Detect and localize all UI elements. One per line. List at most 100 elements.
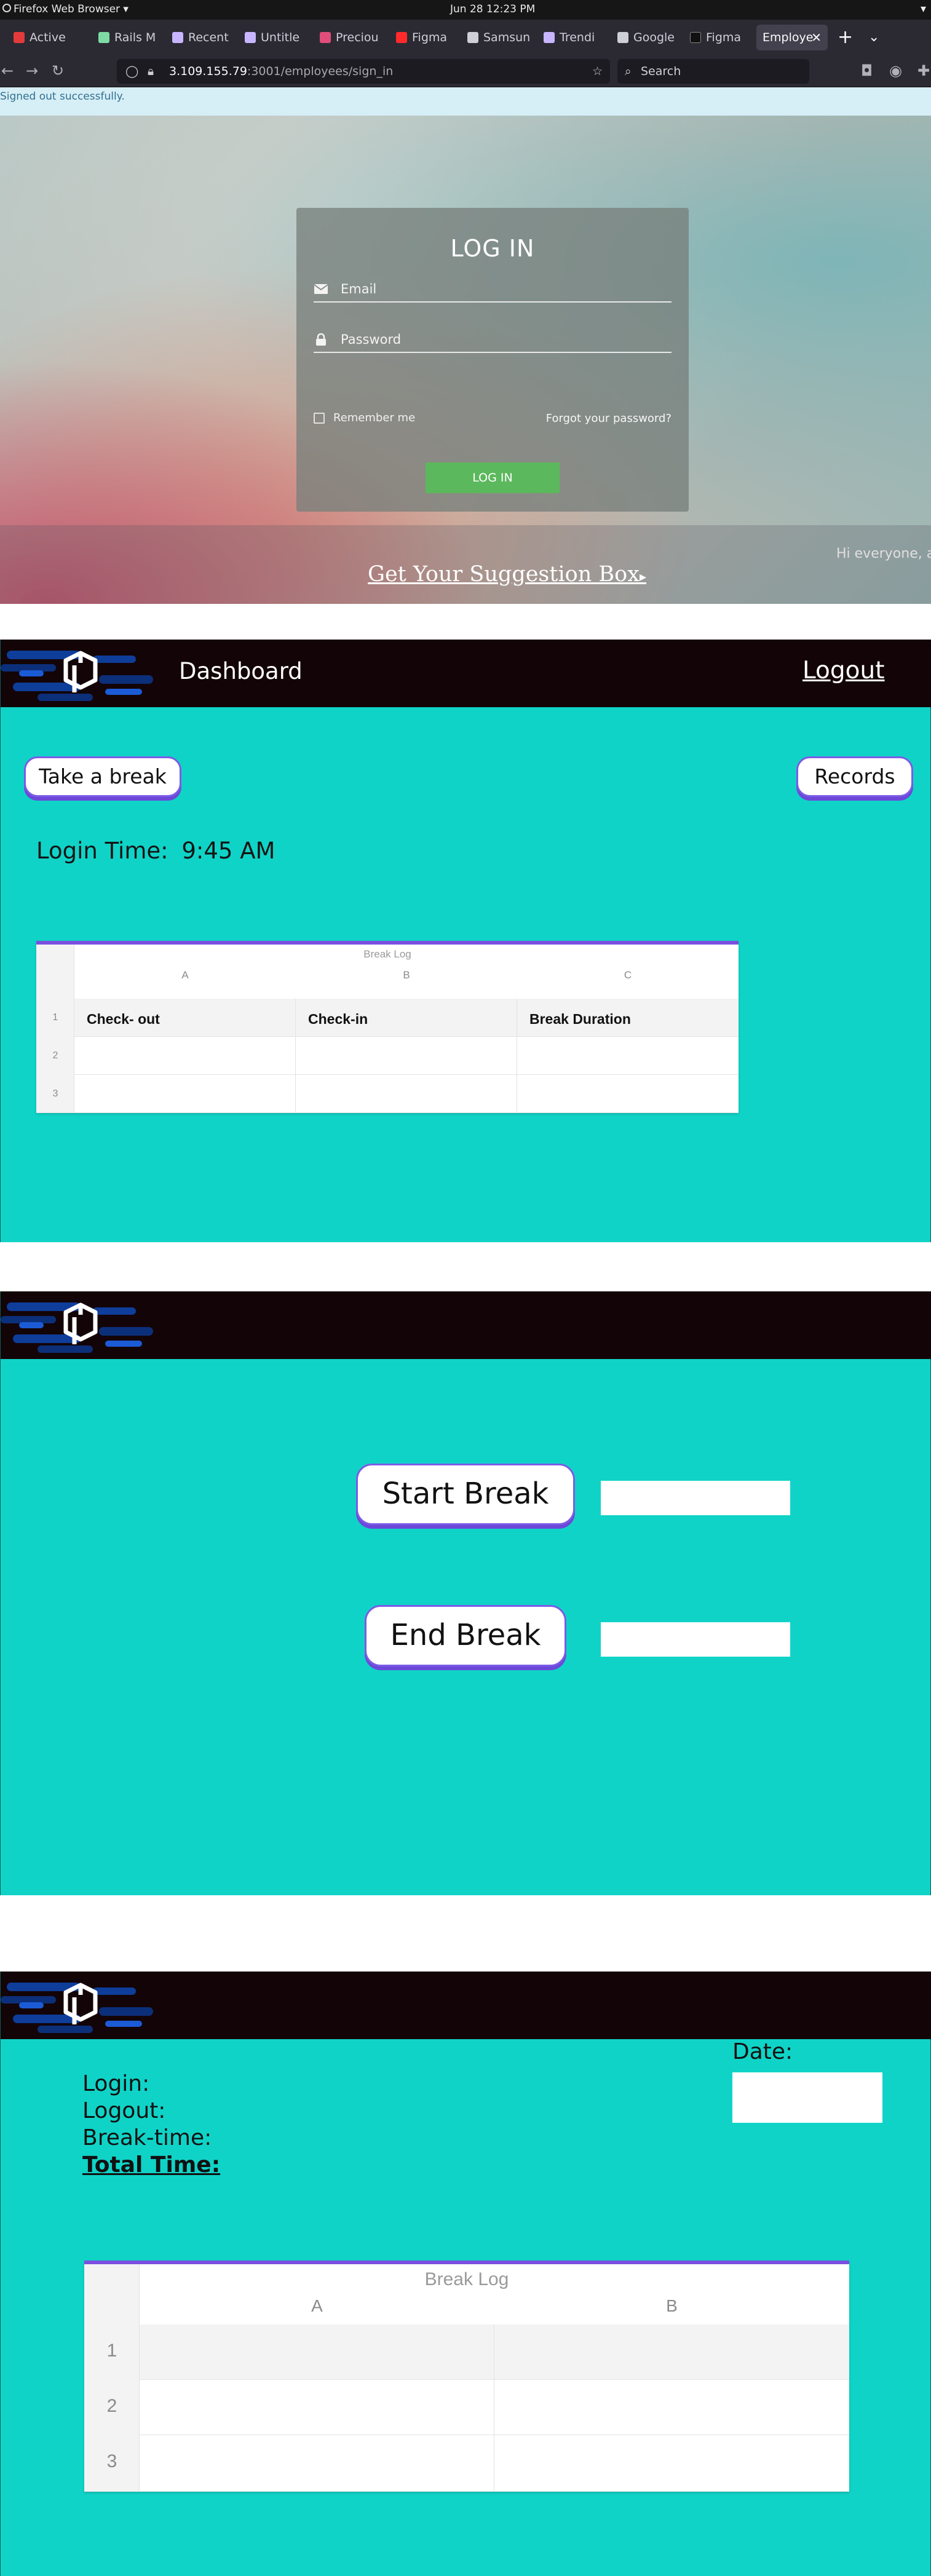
app-menu[interactable]: Firefox Web Browser ▾ xyxy=(14,3,129,15)
tab-recent[interactable]: Recent xyxy=(166,25,236,50)
records-button[interactable]: Records xyxy=(796,756,913,797)
tab-trending[interactable]: Trendi xyxy=(537,25,610,50)
table-cell[interactable] xyxy=(494,2435,849,2492)
checkbox-box[interactable] xyxy=(314,413,325,424)
favicon-icon xyxy=(320,32,331,43)
date-field[interactable] xyxy=(732,2072,882,2123)
table-cell[interactable] xyxy=(296,1075,517,1113)
company-logo-icon[interactable] xyxy=(1,640,154,707)
favicon-icon xyxy=(14,32,25,43)
navigation-toolbar: ← → ↻ ◯ 🔒︎ 3.109.155.79:3001/employees/s… xyxy=(0,55,931,87)
tab-precious[interactable]: Preciou xyxy=(314,25,389,50)
favicon-icon xyxy=(245,32,256,43)
caret-right-icon: ▸ xyxy=(639,569,646,585)
table-cell[interactable] xyxy=(296,1037,517,1075)
new-tab-icon[interactable]: + xyxy=(838,26,853,49)
account-icon[interactable]: ◉ xyxy=(889,61,902,80)
password-placeholder: Password xyxy=(341,332,402,347)
tab-overflow-icon[interactable] xyxy=(1,25,6,50)
announcement-text: Hi everyone, an xyxy=(836,546,931,561)
url-path: :3001/employees/sign_in xyxy=(247,65,394,78)
login-button[interactable]: LOG IN xyxy=(426,462,560,493)
tab-figma-video[interactable]: Figma xyxy=(390,25,461,50)
take-break-button[interactable]: Take a break xyxy=(24,756,181,797)
tab-label: Figma xyxy=(412,31,448,44)
tab-label: Preciou xyxy=(336,31,379,44)
table-cell[interactable] xyxy=(517,1037,739,1075)
email-field[interactable]: Email xyxy=(314,275,672,303)
extensions-icon[interactable]: ✚ xyxy=(917,61,930,80)
table-caption: Break Log xyxy=(424,2269,509,2289)
tab-rails[interactable]: Rails M xyxy=(92,25,166,50)
youtube-icon xyxy=(396,32,407,43)
address-bar[interactable]: ◯ 🔒︎ 3.109.155.79:3001/employees/sign_in… xyxy=(117,59,610,84)
tab-google[interactable]: Google xyxy=(611,25,684,50)
tab-label: Recent xyxy=(188,31,229,44)
tab-employees[interactable]: Employe ✕ xyxy=(756,25,828,50)
tab-label: Samsun xyxy=(483,31,531,44)
tab-active[interactable]: Active xyxy=(7,25,93,50)
lock-icon xyxy=(316,333,326,346)
system-menu-icon[interactable]: ▾ xyxy=(921,2,926,15)
browser-tab-strip: Active Rails M Recent Untitle Preciou Fi… xyxy=(0,20,931,55)
page-title[interactable]: Dashboard xyxy=(179,658,303,684)
tab-untitled[interactable]: Untitle xyxy=(239,25,311,50)
bookmark-star-icon[interactable]: ☆ xyxy=(592,59,603,84)
table-cell[interactable] xyxy=(74,1075,296,1113)
date-label: Date: xyxy=(732,2039,793,2064)
search-input[interactable]: ⌕ Search xyxy=(617,59,809,84)
tab-label: Rails M xyxy=(114,31,156,44)
forgot-password-link[interactable]: Forgot your password? xyxy=(546,412,672,425)
column-header-b: B xyxy=(666,2296,678,2315)
reload-icon[interactable]: ↻ xyxy=(52,61,64,80)
firefox-icon xyxy=(2,4,11,12)
login-hero: LOG IN Email Password Remember me Forgot… xyxy=(0,116,931,604)
dashboard-screen: Dashboard Logout Take a break Records Lo… xyxy=(0,640,931,1242)
login-time-value: 9:45 AM xyxy=(181,838,275,864)
tab-figma[interactable]: Figma xyxy=(684,25,755,50)
end-break-time-field[interactable] xyxy=(601,1622,790,1657)
records-screen: Date: Login: Logout: Break-time: Total T… xyxy=(0,1972,931,2576)
table-cell[interactable] xyxy=(74,1037,296,1075)
table-cell[interactable] xyxy=(494,2380,849,2435)
table-cell[interactable] xyxy=(140,2435,494,2492)
email-placeholder: Email xyxy=(341,282,377,296)
forward-icon[interactable]: → xyxy=(26,61,38,80)
row-number: 2 xyxy=(52,1050,58,1061)
start-break-time-field[interactable] xyxy=(601,1481,790,1515)
remember-me-label: Remember me xyxy=(333,411,416,424)
records-break-log-table: Break Log A B 1 2 3 xyxy=(84,2261,849,2492)
table-cell[interactable] xyxy=(517,1075,739,1113)
row-number: 1 xyxy=(106,2340,117,2361)
company-logo-icon[interactable] xyxy=(1,1291,154,1359)
header-break-duration: Break Duration xyxy=(529,1011,631,1027)
remember-me-checkbox[interactable]: Remember me xyxy=(314,411,415,426)
tab-list-icon[interactable]: ⌄ xyxy=(868,26,879,49)
system-top-bar: Firefox Web Browser ▾ Jun 28 12:23 PM ▾ xyxy=(0,0,931,20)
announcement-band: Hi everyone, an Get Your Suggestion Box▸ xyxy=(0,525,931,604)
tab-label: Figma xyxy=(706,31,742,44)
company-logo-icon[interactable] xyxy=(1,1972,154,2039)
password-field[interactable]: Password xyxy=(314,326,672,353)
end-break-button[interactable]: End Break xyxy=(365,1605,566,1666)
start-break-button[interactable]: Start Break xyxy=(356,1464,575,1525)
tab-label: Active xyxy=(30,31,66,44)
table-cell[interactable] xyxy=(140,2324,494,2380)
row-number: 1 xyxy=(52,1012,58,1023)
break-log-table: Break Log A B C Check- out Check-in Brea… xyxy=(36,941,739,1113)
column-header-a: A xyxy=(311,2296,323,2315)
suggestion-box-link[interactable]: Get Your Suggestion Box▸ xyxy=(368,562,646,587)
logout-link[interactable]: Logout xyxy=(802,657,885,684)
tab-label: Employe xyxy=(763,31,814,44)
tab-samsung[interactable]: Samsun xyxy=(461,25,536,50)
top-bar: Dashboard Logout xyxy=(1,640,931,707)
table-cell[interactable] xyxy=(140,2380,494,2435)
break-screen: Start Break End Break xyxy=(0,1291,931,1895)
pocket-icon[interactable]: ◘ xyxy=(861,61,873,80)
back-icon[interactable]: ← xyxy=(1,61,14,80)
system-clock[interactable]: Jun 28 12:23 PM xyxy=(450,3,535,15)
logout-summary: Logout: xyxy=(82,2098,166,2123)
close-tab-icon[interactable]: ✕ xyxy=(811,25,822,50)
table-cell[interactable] xyxy=(494,2324,849,2380)
favicon-icon xyxy=(467,32,478,43)
